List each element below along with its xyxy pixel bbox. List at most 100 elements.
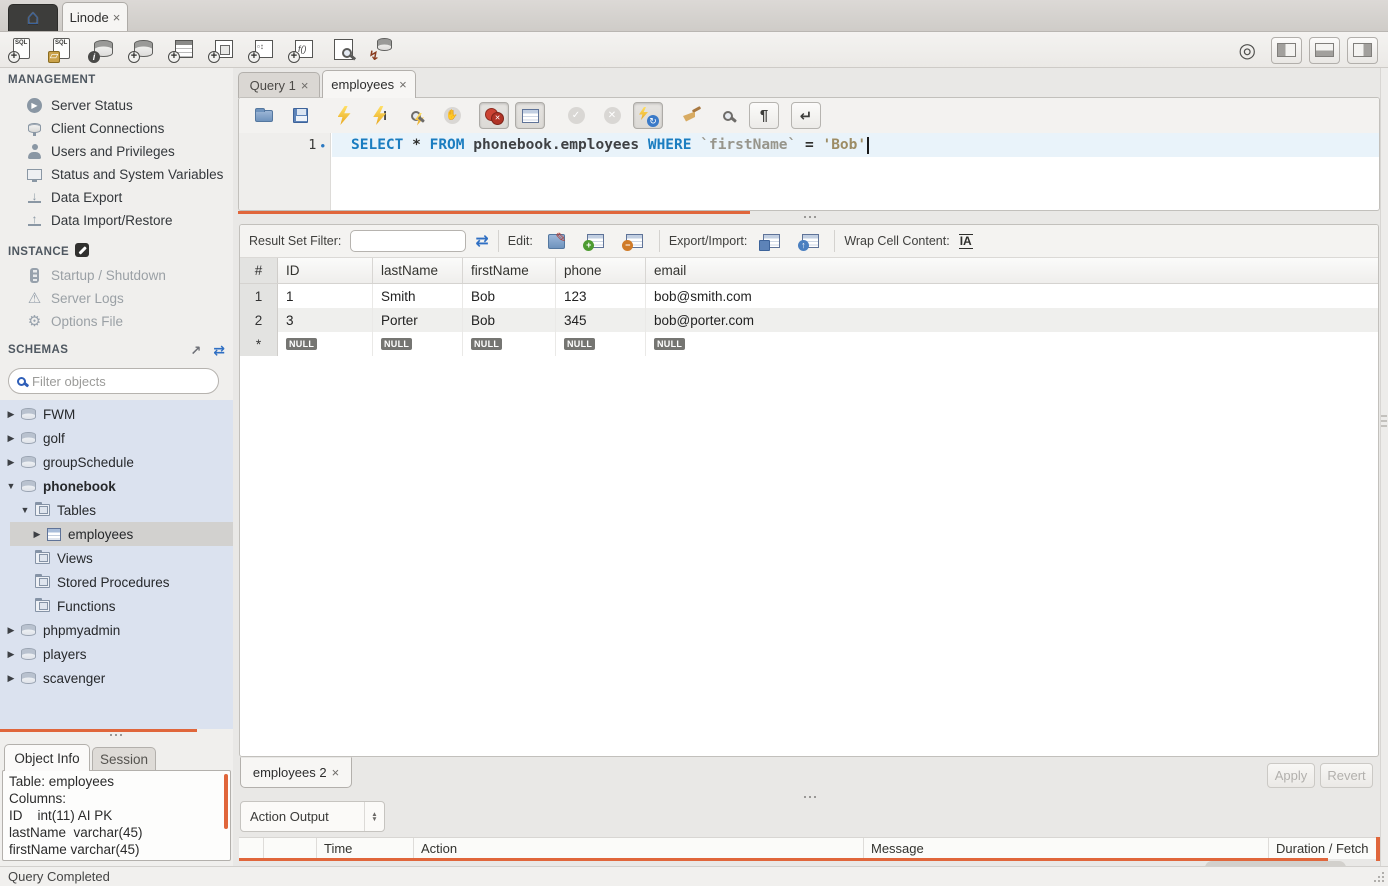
column-header-message[interactable]: Message	[864, 838, 1269, 859]
execute-current-statement-button[interactable]: I	[365, 102, 395, 129]
resize-grip[interactable]	[1372, 870, 1386, 884]
schema-filter-input[interactable]	[32, 374, 192, 389]
column-header-firstname[interactable]: firstName	[463, 258, 556, 283]
new-sql-tab-button[interactable]: +	[8, 36, 35, 63]
edit-cell-button[interactable]	[542, 228, 572, 255]
autocommit-toggle[interactable]	[633, 102, 663, 129]
sql-statement-line[interactable]: SELECT * FROM phonebook.employees WHERE …	[332, 133, 1379, 157]
create-view-button[interactable]: +	[208, 36, 235, 63]
commit-button[interactable]: ✓	[561, 102, 591, 129]
tree-item-scavenger[interactable]: ▶ scavenger	[0, 666, 233, 690]
column-header-time[interactable]: Time	[317, 838, 414, 859]
column-header-lastname[interactable]: lastName	[373, 258, 463, 283]
schema-inspector-button[interactable]: i	[88, 36, 115, 63]
column-header-phone[interactable]: phone	[556, 258, 646, 283]
sidebar-item-startup-shutdown[interactable]: Startup / Shutdown	[26, 265, 231, 285]
splitter-handle[interactable]	[803, 215, 817, 219]
tree-item-players[interactable]: ▶ players	[0, 642, 233, 666]
connection-tab-linode[interactable]: Linode ×	[62, 2, 128, 31]
toggle-word-wrap-button[interactable]: ↵	[791, 102, 821, 129]
tree-item-tables[interactable]: ▼ Tables	[0, 498, 233, 522]
tree-item-fwm[interactable]: ▶ FWM	[0, 402, 233, 426]
splitter-handle[interactable]	[109, 733, 123, 737]
column-header-duration[interactable]: Duration / Fetch	[1269, 838, 1380, 859]
save-script-button[interactable]	[285, 102, 315, 129]
close-icon[interactable]: ×	[332, 765, 340, 780]
close-icon[interactable]: ×	[301, 78, 309, 93]
open-sql-script-button[interactable]: ▱	[48, 36, 75, 63]
wrap-cell-content-icon[interactable]: IA	[959, 234, 973, 249]
revert-button[interactable]: Revert	[1320, 763, 1373, 788]
insert-row-button[interactable]	[581, 228, 611, 255]
selector-stepper[interactable]: ▲ ▼	[364, 802, 384, 831]
toggle-invisible-chars-button[interactable]: ¶	[749, 102, 779, 129]
toggle-right-sidebar-button[interactable]	[1347, 37, 1378, 64]
close-icon[interactable]: ×	[399, 77, 407, 92]
sql-code-area[interactable]: 1 • SELECT * FROM phonebook.employees WH…	[239, 133, 1379, 211]
output-type-selector[interactable]: Action Output ▲ ▼	[240, 801, 385, 832]
column-header-rownum[interactable]: #	[240, 258, 278, 283]
chevron-right-icon[interactable]: ▶	[6, 649, 16, 660]
chevron-right-icon[interactable]: ▶	[6, 457, 16, 468]
splitter-handle[interactable]	[803, 795, 817, 799]
sidebar-item-server-status[interactable]: ▶ Server Status	[26, 95, 231, 115]
home-tab[interactable]: ⌂	[8, 4, 58, 31]
reconnect-dbms-button[interactable]: ↯	[368, 36, 395, 63]
execute-query-button[interactable]	[329, 102, 359, 129]
chevron-right-icon[interactable]: ▶	[6, 409, 16, 420]
chevron-right-icon[interactable]: ▶	[6, 433, 16, 444]
column-header-id[interactable]: ID	[278, 258, 373, 283]
rollback-button[interactable]: ✕	[597, 102, 627, 129]
result-filter-input[interactable]	[350, 230, 466, 252]
column-header-action[interactable]: Action	[414, 838, 864, 859]
create-function-button[interactable]: +	[288, 36, 315, 63]
expand-schemas-icon[interactable]: ↗	[190, 343, 201, 359]
tab-employees-2[interactable]: employees 2 ×	[240, 757, 352, 788]
delete-row-button[interactable]	[620, 228, 650, 255]
sidebar-item-users-privileges[interactable]: Users and Privileges	[26, 141, 231, 161]
chevron-down-icon[interactable]: ▼	[20, 505, 30, 515]
toggle-output-area-button[interactable]	[1309, 37, 1340, 64]
search-data-button[interactable]	[328, 36, 355, 63]
tab-object-info[interactable]: Object Info	[4, 744, 90, 771]
refresh-schemas-icon[interactable]: ⇄	[213, 342, 225, 359]
object-info-scrollbar[interactable]	[224, 774, 228, 829]
chevron-right-icon[interactable]: ▶	[6, 625, 16, 636]
limit-rows-toggle[interactable]	[515, 102, 545, 129]
open-script-button[interactable]	[249, 102, 279, 129]
stop-on-error-toggle[interactable]	[479, 102, 509, 129]
chevron-right-icon[interactable]: ▶	[32, 529, 42, 540]
tree-item-phpmyadmin[interactable]: ▶ phpmyadmin	[0, 618, 233, 642]
import-records-button[interactable]	[795, 228, 825, 255]
tree-item-stored-procedures[interactable]: Stored Procedures	[0, 570, 233, 594]
toggle-left-sidebar-button[interactable]	[1271, 37, 1302, 64]
table-row[interactable]: 1 1 Smith Bob 123 bob@smith.com	[240, 284, 1378, 308]
tree-item-employees[interactable]: ▶ employees	[0, 522, 233, 546]
create-schema-button[interactable]: +	[128, 36, 155, 63]
right-panel-splitter[interactable]	[1380, 68, 1388, 866]
sidebar-item-status-system-variables[interactable]: Status and System Variables	[26, 164, 231, 184]
tab-session[interactable]: Session	[92, 747, 156, 771]
create-table-button[interactable]: +	[168, 36, 195, 63]
sidebar-item-options-file[interactable]: ⚙ Options File	[26, 311, 231, 331]
apply-button[interactable]: Apply	[1267, 763, 1315, 788]
editor-results-splitter[interactable]	[238, 211, 750, 214]
create-procedure-button[interactable]: +	[248, 36, 275, 63]
table-row[interactable]: 2 3 Porter Bob 345 bob@porter.com	[240, 308, 1378, 332]
sidebar-item-server-logs[interactable]: ⚠ Server Logs	[26, 288, 231, 308]
tree-item-golf[interactable]: ▶ golf	[0, 426, 233, 450]
right-splitter-handle[interactable]	[1381, 415, 1387, 429]
stop-query-button[interactable]: ✋	[437, 102, 467, 129]
tab-employees[interactable]: employees ×	[322, 70, 416, 98]
sidebar-item-data-import[interactable]: ↑ Data Import/Restore	[26, 210, 231, 230]
tree-item-views[interactable]: Views	[0, 546, 233, 570]
export-recordset-button[interactable]	[756, 228, 786, 255]
tree-item-groupschedule[interactable]: ▶ groupSchedule	[0, 450, 233, 474]
table-row-new[interactable]: * NULL NULL NULL NULL NULL	[240, 332, 1378, 356]
sidebar-item-data-export[interactable]: ↓ Data Export	[26, 187, 231, 207]
find-button[interactable]	[713, 102, 743, 129]
beautify-sql-button[interactable]	[677, 102, 707, 129]
tree-item-phonebook[interactable]: ▼ phonebook	[0, 474, 233, 498]
sidebar-item-client-connections[interactable]: Client Connections	[26, 118, 231, 138]
column-header-email[interactable]: email	[646, 258, 1378, 283]
